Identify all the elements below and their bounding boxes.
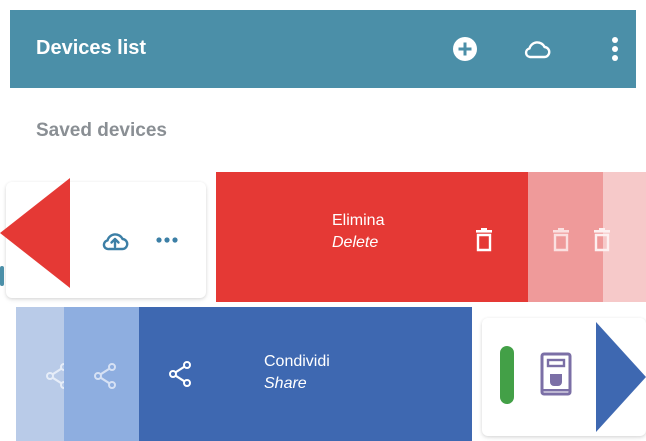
delete-action-panel[interactable]: Elimina Delete	[216, 172, 528, 302]
coffee-machine-icon	[540, 352, 572, 396]
trash-icon	[594, 228, 610, 252]
delete-action-text: Elimina Delete	[332, 210, 384, 254]
section-title: Saved devices	[36, 120, 167, 141]
cloud-upload-icon	[102, 233, 129, 251]
more-vert-icon	[612, 37, 618, 61]
delete-trail-2	[594, 172, 646, 302]
device-options-button[interactable]	[154, 230, 180, 250]
app-bar: Devices list	[10, 10, 636, 88]
delete-translation: Delete	[332, 234, 379, 251]
swipe-right-arrow-icon	[596, 322, 646, 432]
delete-button[interactable]	[472, 226, 496, 254]
app-bar-title: Devices list	[36, 37, 147, 59]
add-icon	[453, 37, 477, 61]
cloud-upload-button[interactable]	[100, 226, 130, 254]
share-label: Condividi	[264, 353, 330, 370]
share-trail-1	[16, 307, 68, 441]
cloud-icon	[524, 41, 551, 59]
share-action-text: Condividi Share	[264, 351, 330, 395]
trash-icon	[553, 228, 569, 252]
trash-icon	[476, 228, 492, 252]
add-device-button[interactable]	[450, 34, 480, 64]
more-horiz-icon	[156, 237, 178, 243]
cloud-sync-button[interactable]	[522, 34, 552, 64]
share-trail-2	[64, 307, 139, 441]
delete-label: Elimina	[332, 212, 385, 229]
share-translation: Share	[264, 375, 307, 392]
device-status-indicator	[500, 346, 514, 404]
delete-trail-1	[528, 172, 603, 302]
overflow-menu-button[interactable]	[600, 34, 630, 64]
share-button[interactable]	[165, 359, 195, 389]
share-action-panel[interactable]: Condividi Share	[139, 307, 472, 441]
share-icon	[169, 361, 191, 387]
swipe-left-arrow-icon	[0, 178, 70, 288]
share-icon	[94, 363, 116, 389]
